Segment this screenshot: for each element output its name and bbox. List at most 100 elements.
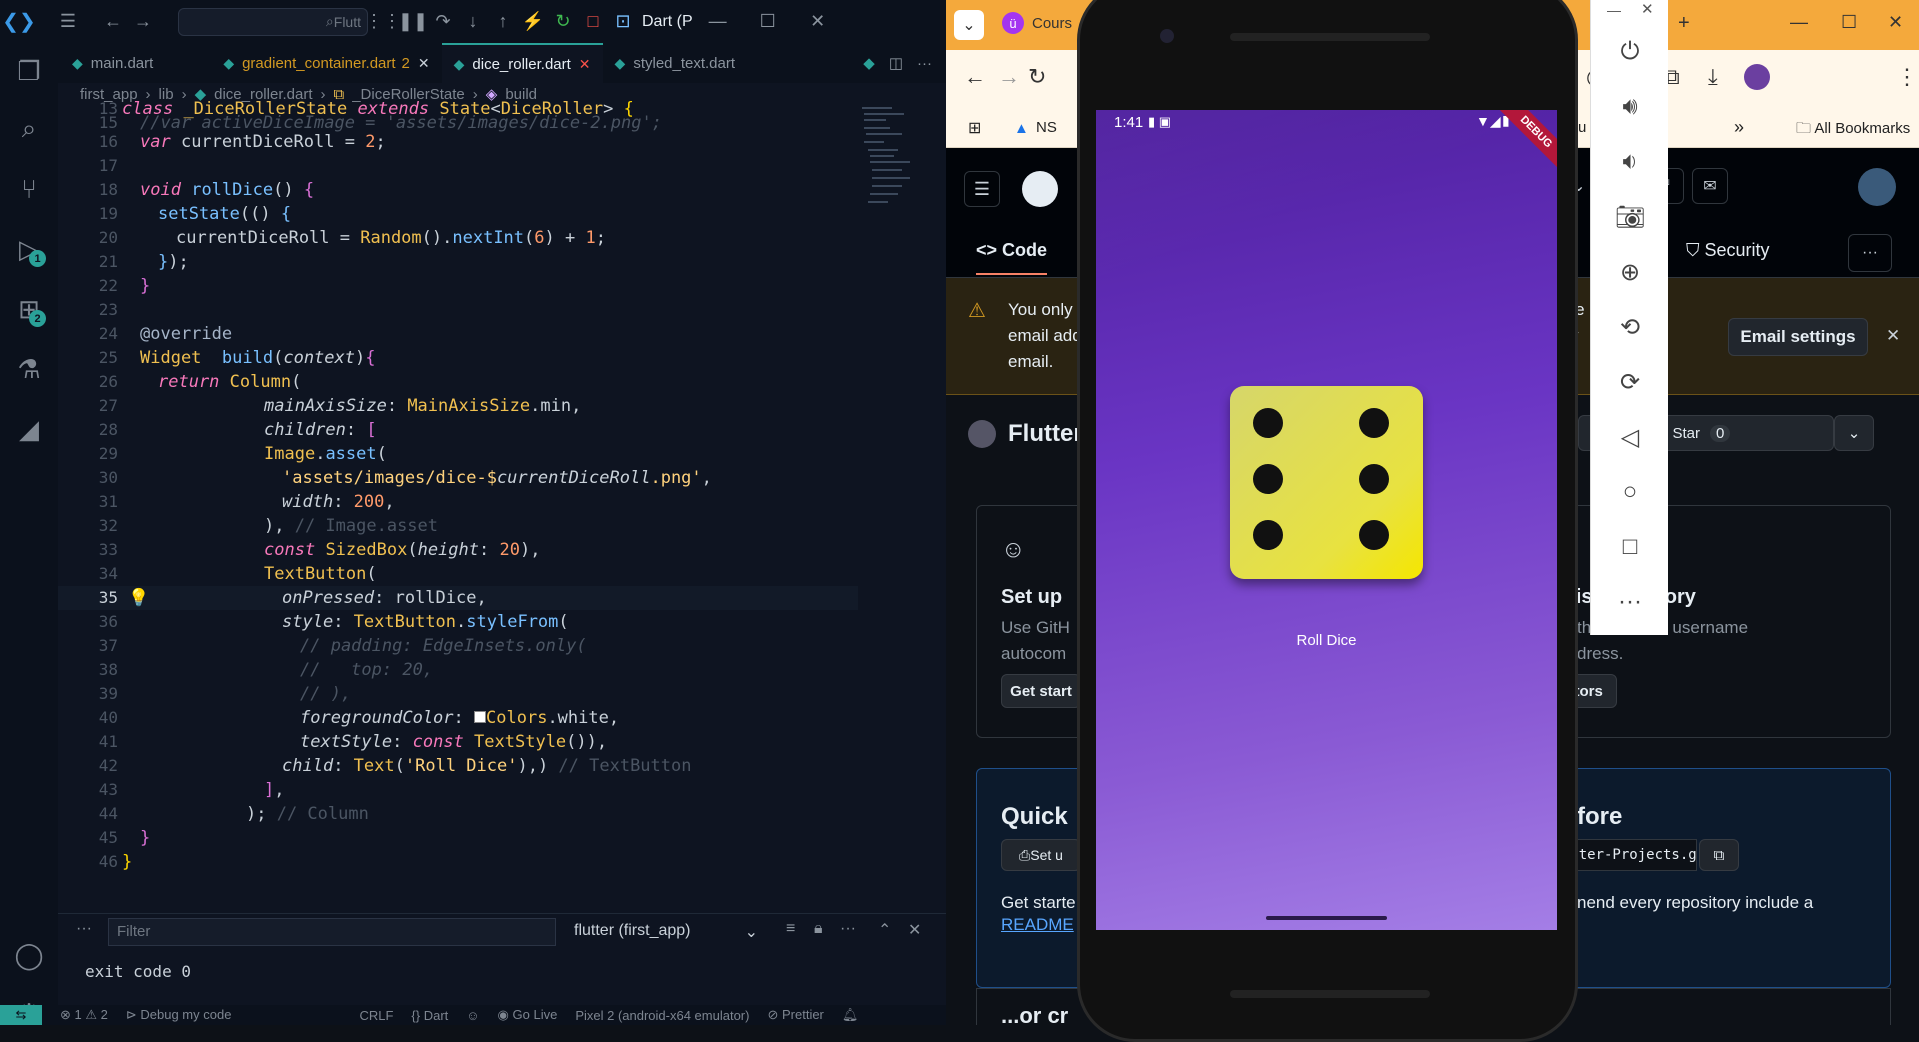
volume-down-icon[interactable]: 🔉︎ (1591, 142, 1669, 182)
forward-arrow-icon[interactable]: → (128, 0, 158, 43)
rotate-right-icon[interactable]: ⟳ (1591, 362, 1669, 402)
chevron-up-icon[interactable]: ⌃ (878, 920, 891, 940)
copilot-icon[interactable]: ☺ (466, 1008, 479, 1023)
apps-grid-icon[interactable]: ⊞ (968, 118, 981, 138)
tab-styled-text[interactable]: ◆ styled_text.dart (603, 43, 748, 83)
hot-reload-icon[interactable]: ⚡ (518, 0, 548, 43)
step-over-icon[interactable]: ↷ (428, 0, 458, 43)
lock-icon[interactable]: 🔒︎ (814, 920, 823, 938)
stop-icon[interactable]: □ (578, 0, 608, 43)
split-editor-icon[interactable]: ◫ (889, 54, 903, 72)
drag-handle-icon[interactable]: ⋮⋮ (365, 0, 401, 43)
color-swatch[interactable] (474, 711, 487, 723)
device-status[interactable]: Pixel 2 (android-x64 emulator) (575, 1008, 749, 1023)
zoom-icon[interactable]: ⊕ (1591, 252, 1669, 292)
email-settings-button[interactable]: Email settings (1728, 318, 1868, 356)
more-bookmarks-icon[interactable]: » (1734, 117, 1744, 138)
back-triangle-icon[interactable]: ◁ (1591, 417, 1669, 457)
new-tab-icon[interactable]: + (1678, 12, 1690, 35)
github-logo-icon[interactable] (1022, 171, 1058, 207)
command-search-input[interactable]: ⌕ Flutt (178, 7, 368, 36)
menu-icon[interactable]: ☰ (38, 0, 98, 43)
flutter-icon[interactable]: ◢ (0, 401, 58, 457)
lightbulb-icon[interactable]: 💡 (128, 586, 149, 610)
readme-link[interactable]: README (1001, 915, 1074, 935)
browser-tab-label[interactable]: Cours (1032, 15, 1072, 32)
close-tab-icon[interactable]: ✕ (418, 55, 430, 72)
maximize-icon[interactable]: ☐ (753, 0, 783, 43)
bookmark-item[interactable]: u (1578, 119, 1586, 136)
more-tabs-icon[interactable]: ··· (1848, 234, 1892, 272)
chrome-close-icon[interactable]: ✕ (1888, 12, 1903, 33)
download-icon[interactable]: ⤓ (1708, 64, 1718, 90)
gesture-nav-bar[interactable] (1266, 916, 1387, 920)
eol-status[interactable]: CRLF (359, 1008, 393, 1023)
forward-icon[interactable]: → (998, 64, 1020, 90)
inspect-icon[interactable]: ⊡ (608, 0, 638, 43)
user-avatar[interactable] (1858, 168, 1896, 206)
inbox-icon[interactable]: ✉ (1692, 168, 1728, 204)
set-up-desktop-button[interactable]: ⎙ Set u (1001, 839, 1081, 871)
tab-main-dart[interactable]: ◆ main.dart (58, 43, 165, 83)
more-actions-icon[interactable]: ··· (917, 55, 932, 72)
minimize-icon[interactable]: — (703, 0, 733, 43)
chrome-minimize-icon[interactable]: — (1790, 12, 1808, 33)
screenshot-camera-icon[interactable]: 📷︎ (1591, 197, 1669, 237)
close-tab-icon[interactable]: ✕ (579, 56, 591, 73)
notifications-icon[interactable]: 🔔︎ (842, 1007, 859, 1023)
close-icon[interactable]: ✕ (803, 0, 833, 43)
pause-icon[interactable]: ❚❚ (398, 0, 428, 43)
account-icon[interactable]: ◯ (0, 927, 58, 983)
emulator-minimize-icon[interactable]: — (1607, 2, 1621, 18)
clear-output-icon[interactable]: ≡ (786, 920, 795, 938)
reload-icon[interactable]: ↻ (1028, 64, 1046, 90)
step-into-icon[interactable]: ↓ (458, 0, 488, 43)
chrome-menu-icon[interactable]: ⋮ (1896, 64, 1918, 90)
more-icon[interactable]: ··· (76, 920, 92, 938)
volume-up-icon[interactable]: 🔊︎ (1591, 87, 1669, 127)
bookmark-item[interactable]: NS (1036, 119, 1057, 136)
output-channel-select[interactable]: flutter (first_app) ⌄ (566, 918, 766, 946)
search-icon[interactable]: ⌕ (0, 101, 58, 157)
minimap[interactable] (860, 105, 920, 215)
emulator-close-icon[interactable]: ✕ (1641, 0, 1654, 18)
step-out-icon[interactable]: ↑ (488, 0, 518, 43)
power-icon[interactable]: ⏻ (1591, 32, 1669, 72)
panel-filter-input[interactable]: Filter (108, 918, 556, 946)
run-debug-icon[interactable]: ▷ 1 (0, 221, 58, 277)
chrome-maximize-icon[interactable]: ☐ (1841, 12, 1857, 33)
all-bookmarks[interactable]: 🗀 All Bookmarks (1796, 118, 1910, 143)
language-status[interactable]: {} Dart (411, 1008, 448, 1023)
back-arrow-icon[interactable]: ← (98, 0, 128, 43)
tab-security[interactable]: ⛉ Security (1686, 240, 1770, 261)
restart-icon[interactable]: ↻ (548, 0, 578, 43)
problems-status[interactable]: ⊗ 1 ⚠ 2 (60, 1007, 108, 1023)
tab-code[interactable]: <> Code (976, 240, 1048, 275)
tab-dice-roller[interactable]: ◆ dice_roller.dart ✕ (441, 43, 603, 83)
get-started-button[interactable]: Get start (1001, 674, 1081, 708)
testing-icon[interactable]: ⚗ (0, 341, 58, 397)
prettier-status[interactable]: ⊘ Prettier (767, 1007, 823, 1023)
repo-owner-avatar[interactable] (968, 420, 996, 448)
go-live-status[interactable]: ◉ Go Live (498, 1007, 558, 1023)
dismiss-icon[interactable]: ✕ (1886, 326, 1900, 346)
debug-status[interactable]: ⊳ Debug my code (126, 1007, 232, 1023)
close-panel-icon[interactable]: ✕ (908, 920, 921, 940)
repo-name[interactable]: Flutter (1008, 420, 1083, 448)
star-dropdown-icon[interactable]: ⌄ (1834, 415, 1874, 451)
more-actions-icon[interactable]: ··· (840, 920, 856, 938)
rotate-left-icon[interactable]: ⟲ (1591, 307, 1669, 347)
copy-icon[interactable]: ⧉ (1699, 839, 1739, 871)
roll-dice-button[interactable]: Roll Dice (1096, 632, 1557, 649)
flutter-outline-icon[interactable]: ◆ (863, 54, 875, 72)
tab-search-icon[interactable]: ⌄ (954, 10, 984, 40)
remote-icon[interactable]: ⇆ (0, 1005, 42, 1025)
extensions-icon[interactable]: ⊞ 2 (0, 281, 58, 337)
more-options-icon[interactable]: ··· (1591, 582, 1669, 622)
back-icon[interactable]: ← (964, 64, 986, 90)
overview-square-icon[interactable]: □ (1591, 527, 1669, 567)
tab-gradient-container[interactable]: ◆ gradient_container.dart 2 ✕ (211, 43, 441, 83)
home-circle-icon[interactable]: ○ (1591, 472, 1669, 512)
source-control-icon[interactable]: ⑂ (0, 161, 58, 217)
explorer-icon[interactable]: ❐ (0, 43, 58, 99)
